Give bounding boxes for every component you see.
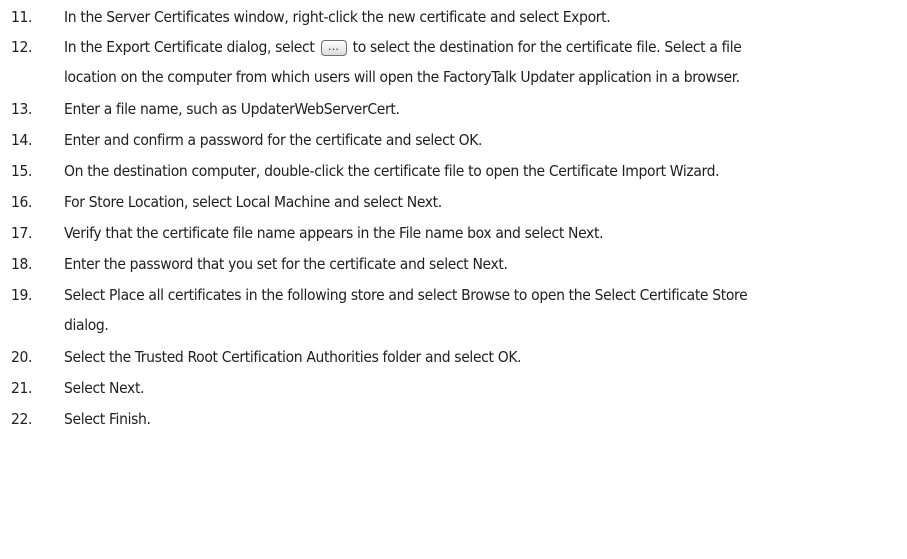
step-number: 17.: [11, 224, 33, 242]
step-number: 14.: [11, 131, 33, 149]
step-text: Verify that the certificate file name ap…: [64, 224, 604, 242]
step-number: 19.: [11, 286, 33, 304]
step-number: 11.: [11, 8, 33, 26]
step-number: 18.: [11, 255, 33, 273]
step-text: In the Export Certificate dialog, select: [64, 38, 315, 56]
step-number: 20.: [11, 348, 33, 366]
step-text: to select the destination for the certif…: [352, 38, 742, 56]
step-text-line-2: location on the computer from which user…: [64, 68, 740, 86]
step-text: Enter and confirm a password for the cer…: [64, 131, 483, 149]
step-text: Select Next.: [64, 379, 145, 397]
step-text: Select Finish.: [64, 410, 151, 428]
step-text: In the Server Certificates window, right…: [64, 8, 611, 26]
step-text-line-1: In the Export Certificate dialog, select…: [64, 32, 904, 62]
step-text: Enter a file name, such as UpdaterWebSer…: [64, 100, 400, 118]
step-text-line-1: Select Place all certificates in the fol…: [64, 286, 748, 304]
step-text-line-2: dialog.: [64, 316, 109, 334]
step-text: On the destination computer, double-clic…: [64, 162, 720, 180]
step-number: 12.: [11, 38, 33, 56]
step-number: 21.: [11, 379, 33, 397]
step-text: Enter the password that you set for the …: [64, 255, 508, 273]
browse-ellipsis-button-icon: …: [320, 40, 347, 56]
step-text: Select the Trusted Root Certification Au…: [64, 348, 522, 366]
step-text: For Store Location, select Local Machine…: [64, 193, 442, 211]
instruction-list: 11. In the Server Certificates window, r…: [0, 0, 907, 559]
step-number: 15.: [11, 162, 33, 180]
step-number: 22.: [11, 410, 33, 428]
step-number: 13.: [11, 100, 33, 118]
step-number: 16.: [11, 193, 33, 211]
